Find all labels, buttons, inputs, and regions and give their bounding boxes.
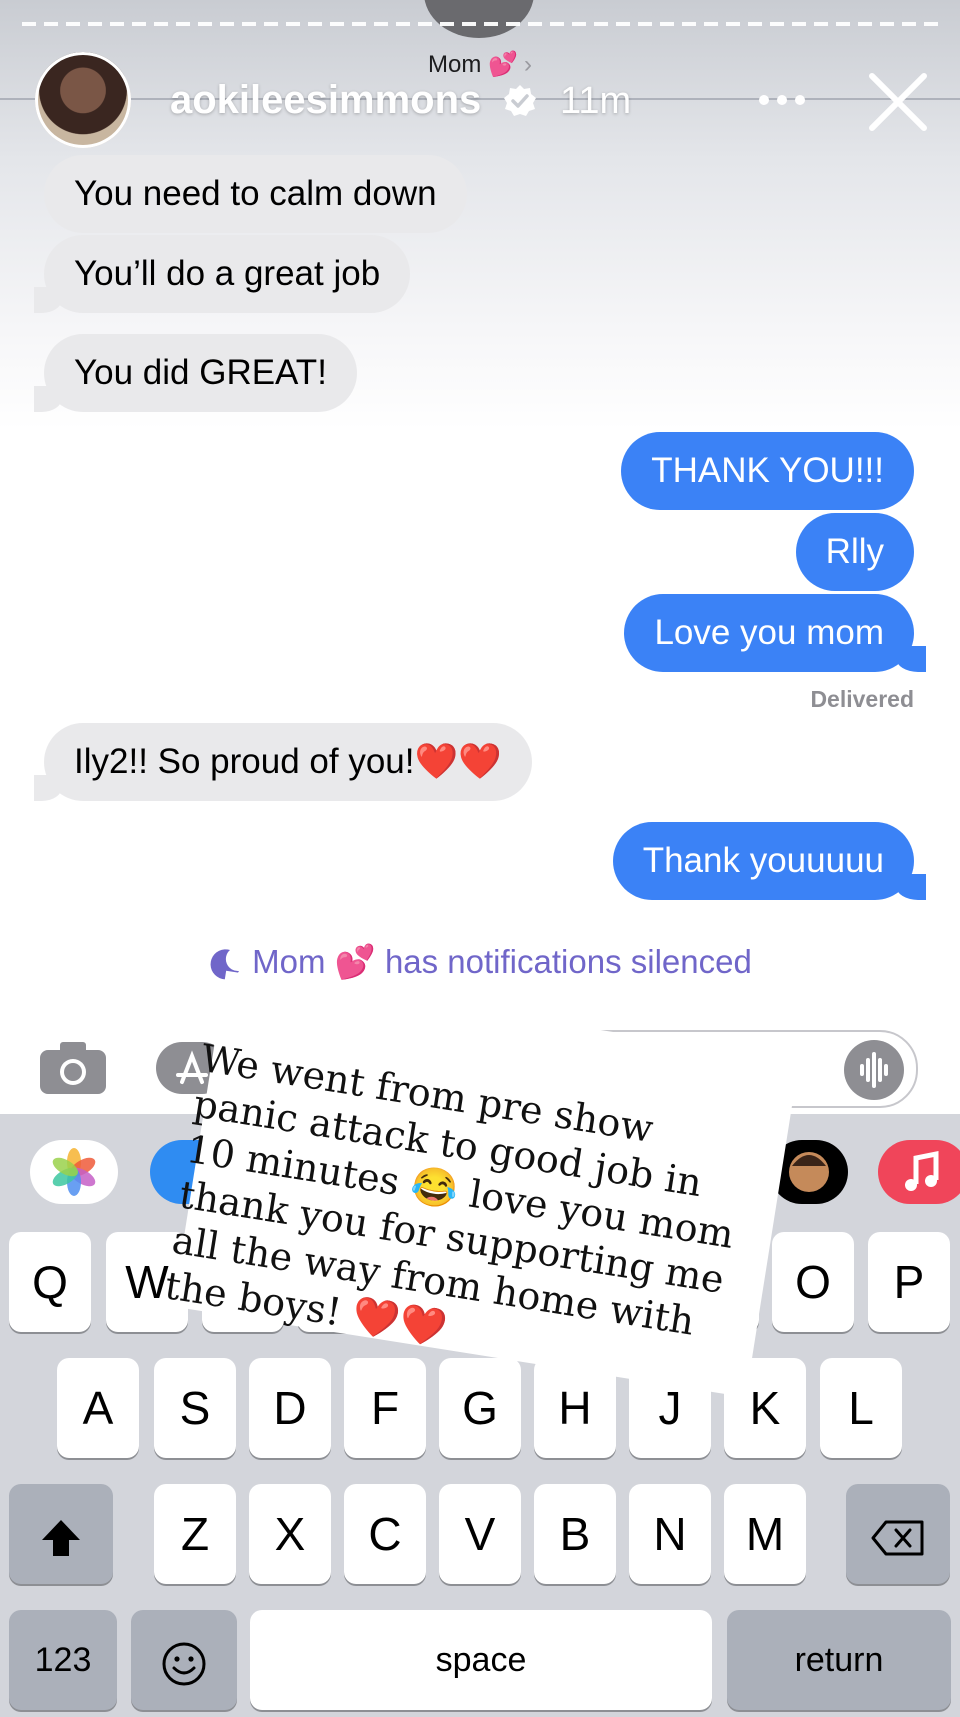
- key[interactable]: L: [820, 1358, 902, 1458]
- key[interactable]: S: [154, 1358, 236, 1458]
- chevron-right-icon: ›: [523, 51, 532, 78]
- top-pill: [424, 0, 534, 38]
- emoji-key[interactable]: [131, 1610, 237, 1710]
- key[interactable]: F: [344, 1358, 426, 1458]
- key[interactable]: C: [344, 1484, 426, 1584]
- numbers-key[interactable]: 123: [9, 1610, 117, 1710]
- photos-app-button[interactable]: [30, 1140, 118, 1204]
- shift-icon: [42, 1519, 80, 1556]
- story-progress-bar: [22, 22, 938, 26]
- story-screen: Mom 💕 › aokileesimmons 11m You need to ca…: [0, 0, 960, 1717]
- notifications-silenced-banner: Mom 💕 has notifications silenced: [0, 943, 960, 982]
- key[interactable]: X: [249, 1484, 331, 1584]
- key[interactable]: B: [534, 1484, 616, 1584]
- delivered-status: Delivered: [810, 686, 914, 712]
- key[interactable]: G: [439, 1358, 521, 1458]
- key[interactable]: Q: [9, 1232, 91, 1332]
- music-app-button[interactable]: [878, 1140, 960, 1204]
- music-icon: [905, 1150, 939, 1191]
- key[interactable]: N: [629, 1484, 711, 1584]
- audio-icon: [860, 1052, 888, 1088]
- key[interactable]: O: [772, 1232, 854, 1332]
- more-icon[interactable]: [756, 88, 808, 112]
- message-outgoing: THANK YOU!!!: [621, 432, 914, 510]
- photos-icon: [52, 1148, 96, 1196]
- story-username[interactable]: aokileesimmons: [170, 78, 481, 123]
- key[interactable]: Z: [154, 1484, 236, 1584]
- message-incoming: You need to calm down: [44, 155, 467, 233]
- backspace-key[interactable]: [846, 1484, 950, 1584]
- message-outgoing: Rlly: [795, 513, 914, 591]
- space-key[interactable]: space: [250, 1610, 712, 1710]
- thread-contact-name: Mom 💕: [428, 51, 518, 78]
- key[interactable]: P: [868, 1232, 950, 1332]
- audio-button[interactable]: [844, 1040, 904, 1100]
- key[interactable]: V: [439, 1484, 521, 1584]
- key[interactable]: M: [724, 1484, 806, 1584]
- message-incoming: You’ll do a great job: [33, 235, 411, 313]
- message-outgoing: Love you mom: [624, 594, 926, 672]
- backspace-icon: [871, 1520, 924, 1556]
- message-outgoing: Thank youuuuu: [612, 822, 927, 900]
- emoji-icon: [162, 1642, 206, 1686]
- return-key[interactable]: return: [727, 1610, 951, 1710]
- silenced-text: has notifications silenced: [384, 943, 752, 980]
- avatar[interactable]: [35, 52, 131, 148]
- story-time: 11m: [560, 80, 632, 122]
- silenced-contact: Mom 💕: [252, 943, 376, 980]
- message-incoming: You did GREAT!: [34, 334, 357, 412]
- verified-icon: [504, 85, 536, 116]
- thread-contact-title[interactable]: Mom 💕 ›: [0, 50, 960, 79]
- close-icon[interactable]: [866, 70, 930, 134]
- message-incoming: Ily2!! So proud of you!❤️❤️: [34, 723, 532, 801]
- key[interactable]: A: [57, 1358, 139, 1458]
- shift-key[interactable]: [9, 1484, 113, 1584]
- key[interactable]: D: [249, 1358, 331, 1458]
- camera-icon[interactable]: [38, 1040, 108, 1096]
